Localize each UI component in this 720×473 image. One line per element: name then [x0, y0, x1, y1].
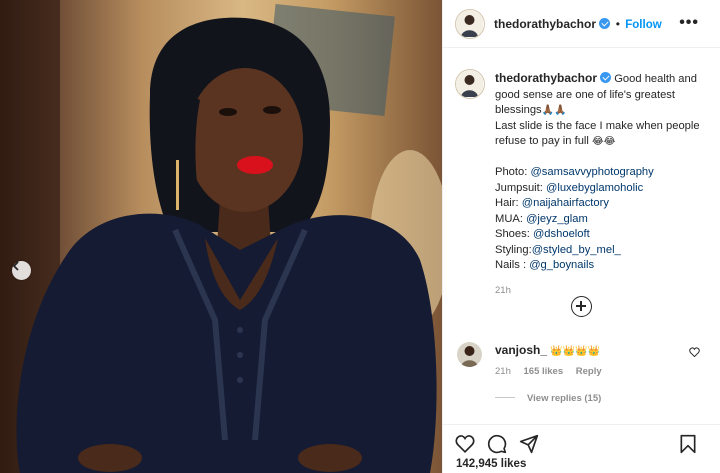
view-replies-button[interactable]: View replies (15): [495, 393, 601, 404]
post-header: thedorathybachor • Follow •••: [443, 0, 720, 48]
comment-timestamp[interactable]: 21h: [495, 366, 511, 377]
credit-line: Hair: @naijahairfactory: [495, 196, 709, 212]
photo-illustration: [0, 0, 442, 473]
caption-text-5: refuse to pay in full: [495, 135, 589, 147]
credit-line: MUA: @jeyz_glam: [495, 212, 709, 228]
credit-label: Styling:: [495, 243, 532, 256]
comment-icon[interactable]: [487, 434, 507, 454]
comment-line: vanjosh_ 👑👑👑👑: [495, 343, 600, 357]
reply-button[interactable]: Reply: [576, 366, 602, 377]
comment-avatar[interactable]: [457, 342, 482, 367]
credit-label: Photo:: [495, 166, 531, 178]
heart-icon[interactable]: [455, 434, 475, 453]
avatar[interactable]: [455, 9, 485, 39]
header-username[interactable]: thedorathybachor: [494, 17, 596, 31]
header-user-line: thedorathybachor • Follow: [494, 17, 662, 31]
caption-text-2: good sense are one of life's greatest: [495, 88, 676, 101]
post-caption: thedorathybachor Good health and good se…: [495, 71, 709, 298]
bookmark-icon[interactable]: [679, 434, 697, 454]
post-side-panel: thedorathybachor • Follow ••• thedorathy…: [442, 0, 720, 473]
caption-timestamp[interactable]: 21h: [495, 283, 709, 299]
share-icon[interactable]: [519, 434, 539, 454]
credit-line: Shoes: @dshoeloft: [495, 227, 709, 243]
header-separator: •: [615, 17, 620, 31]
replies-divider: [495, 397, 515, 398]
credit-link[interactable]: @luxebyglamoholic: [546, 182, 643, 194]
chevron-left-icon: [12, 261, 19, 271]
credit-link[interactable]: @dshoeloft: [533, 228, 590, 240]
comment-avatar-image: [457, 342, 482, 367]
caption-avatar-image: [456, 70, 483, 97]
credit-link[interactable]: @naijahairfactory: [522, 197, 609, 209]
caption-text-3: blessings: [495, 104, 542, 116]
credit-label: MUA:: [495, 212, 527, 225]
credit-link[interactable]: @g_boynails: [529, 259, 594, 271]
verified-badge-icon: [599, 18, 611, 29]
credit-link[interactable]: @styled_by_mel_: [532, 244, 621, 256]
follow-button[interactable]: Follow: [625, 19, 661, 31]
credit-link[interactable]: @samsavvyphotography: [530, 166, 653, 178]
credit-line: Styling:@styled_by_mel_: [495, 243, 709, 259]
credit-label: Shoes:: [495, 228, 533, 240]
caption-avatar[interactable]: [455, 69, 485, 99]
credit-label: Jumpsuit:: [495, 181, 546, 194]
more-options-icon[interactable]: •••: [679, 14, 699, 32]
caption-text-1: Good health and: [614, 73, 697, 85]
verified-badge-icon: [600, 72, 612, 83]
comment-likes[interactable]: 165 likes: [524, 366, 564, 377]
pray-emoji: 🙏🏾🙏🏾: [541, 105, 567, 116]
credit-label: Hair:: [495, 197, 522, 209]
credit-line: Nails : @g_boynails: [495, 258, 709, 274]
laugh-emoji: 😂😂: [592, 136, 616, 147]
carousel-prev-button[interactable]: [12, 261, 31, 280]
comment-username[interactable]: vanjosh_: [495, 343, 547, 357]
avatar-image: [456, 10, 483, 37]
credit-link[interactable]: @jeyz_glam: [526, 213, 588, 225]
caption-username[interactable]: thedorathybachor: [495, 71, 597, 85]
comment-meta: 21h 165 likes Reply: [495, 366, 602, 377]
add-comment-icon[interactable]: [571, 296, 592, 317]
credit-label: Nails :: [495, 259, 530, 271]
view-replies-label: View replies (15): [527, 393, 602, 404]
likes-count[interactable]: 142,945 likes: [456, 458, 526, 470]
post-photo: [0, 0, 442, 473]
credit-line: Jumpsuit: @luxebyglamoholic: [495, 181, 709, 197]
credit-line: Photo: @samsavvyphotography: [495, 165, 709, 181]
caption-text-4: Last slide is the face I make when peopl…: [495, 119, 700, 132]
crown-emoji: 👑👑👑👑: [550, 346, 600, 357]
comment-like-icon[interactable]: [689, 347, 700, 357]
